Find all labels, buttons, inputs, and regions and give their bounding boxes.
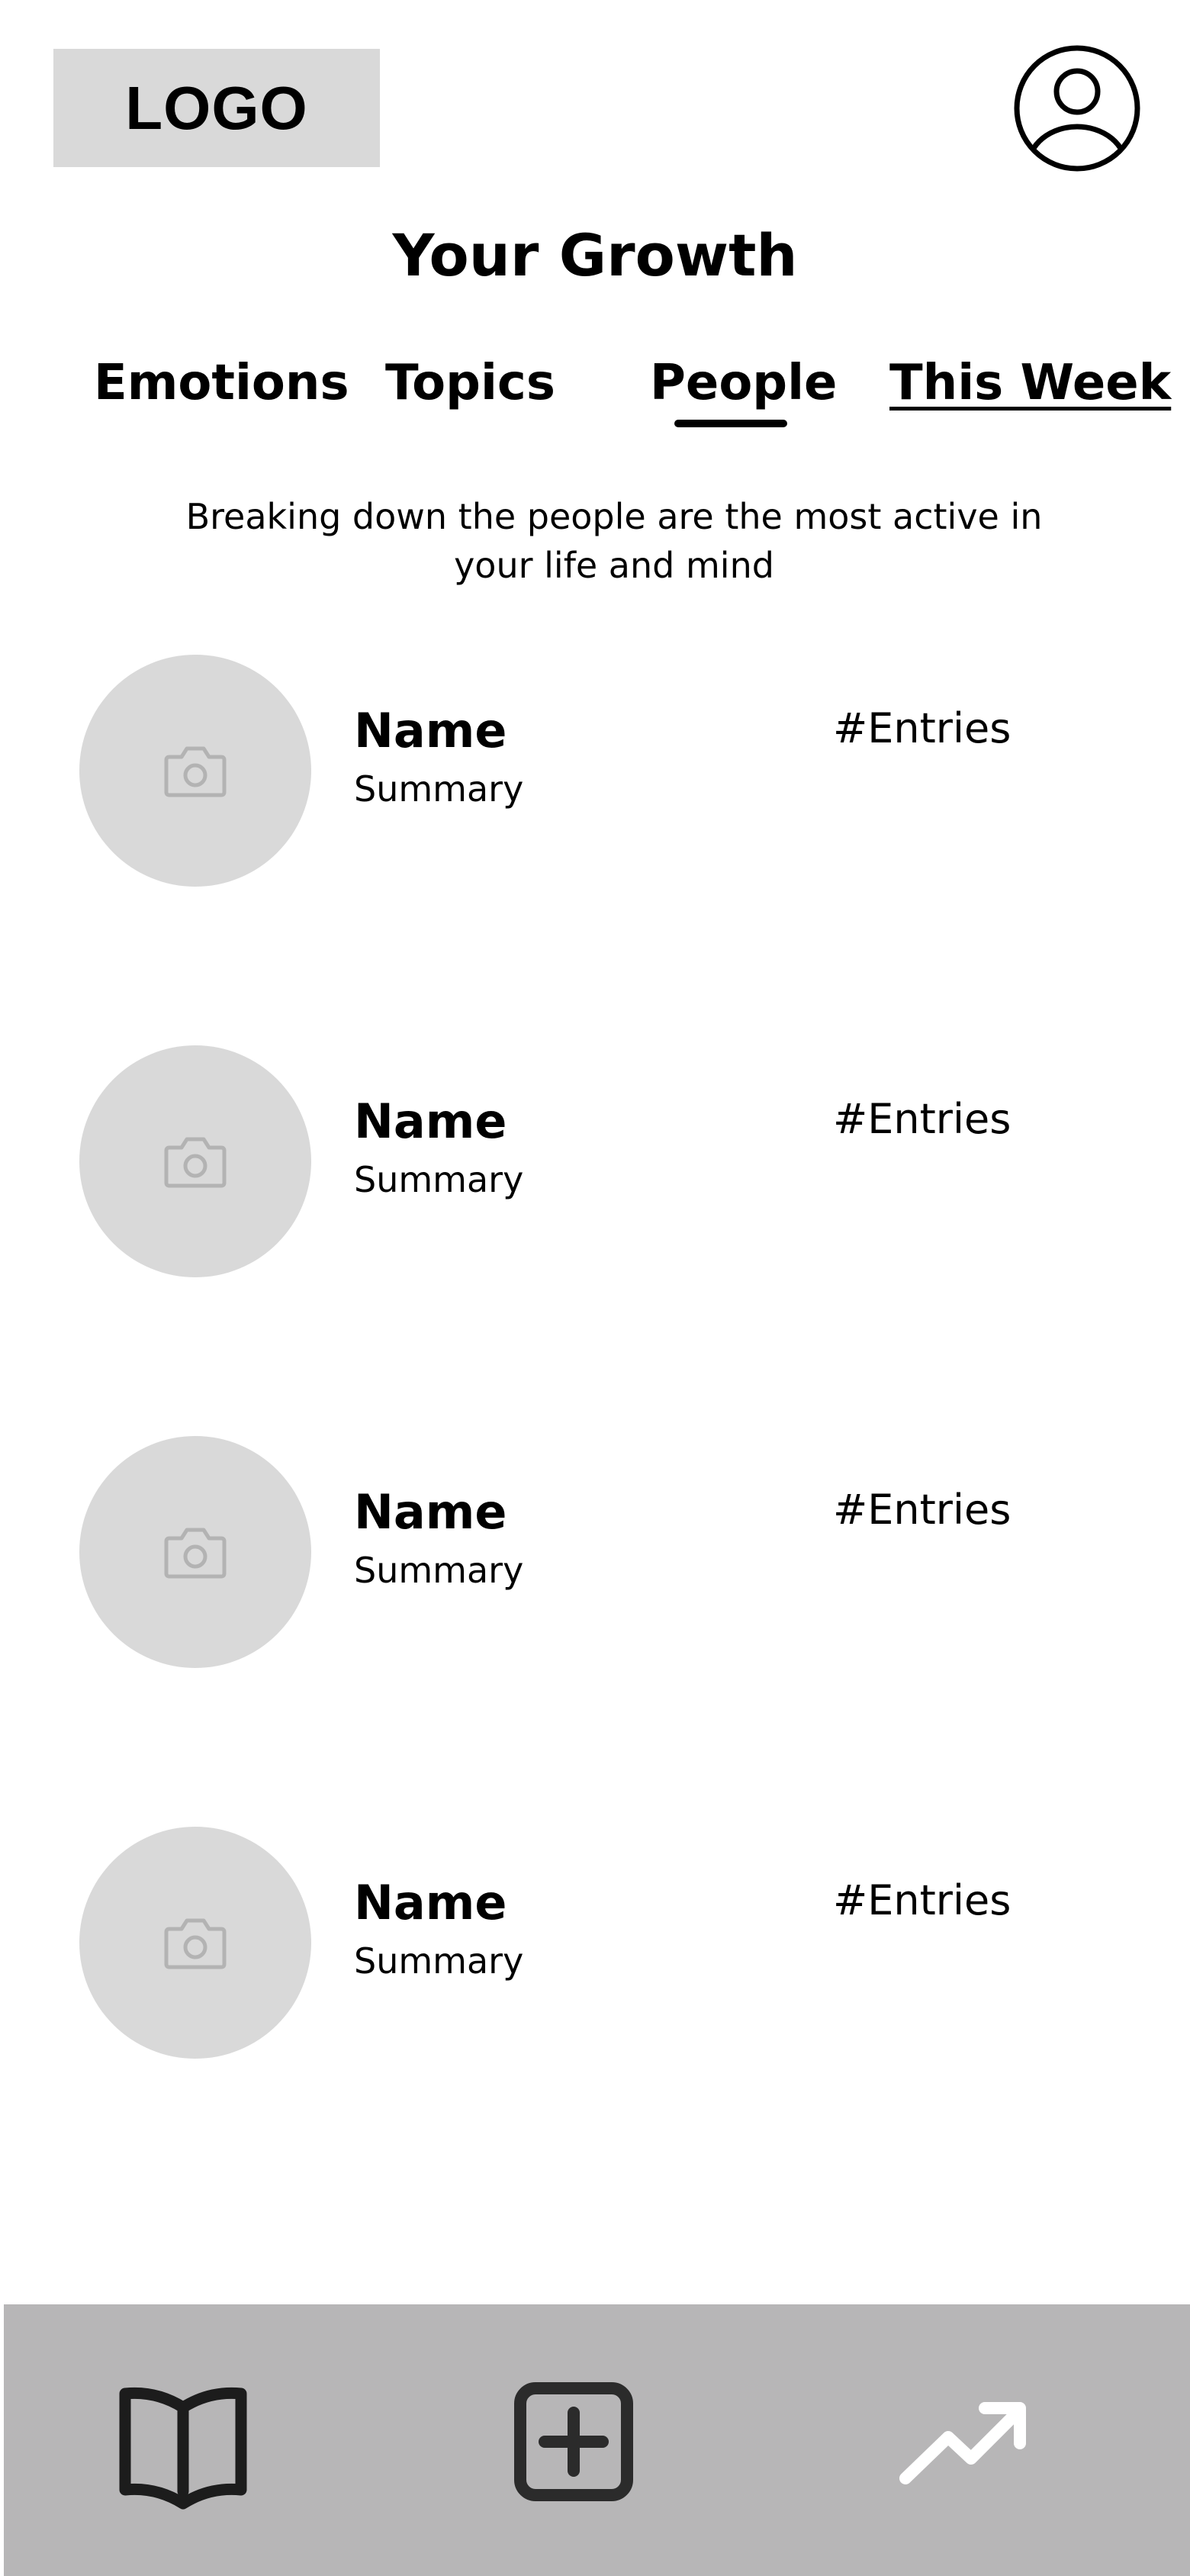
nav-add-entry-button[interactable] (513, 2381, 635, 2503)
logo: LOGO (53, 49, 380, 167)
person-name: Name (354, 703, 507, 758)
open-book-icon (119, 2387, 247, 2510)
person-summary: Summary (354, 1940, 524, 1982)
active-tab-indicator (674, 420, 787, 427)
person-list-item[interactable]: Name Summary #Entries (0, 1827, 1190, 2063)
profile-button[interactable] (1013, 44, 1141, 172)
logo-text: LOGO (125, 73, 308, 142)
trending-up-icon (899, 2402, 1026, 2484)
plus-square-icon (514, 2382, 633, 2501)
camera-icon (164, 1137, 227, 1188)
camera-icon (164, 1918, 227, 1969)
tab-topics[interactable]: Topics (385, 353, 555, 414)
person-name: Name (354, 1484, 507, 1540)
person-entries-count: #Entries (833, 1486, 1011, 1534)
avatar (79, 655, 311, 887)
person-name: Name (354, 1093, 507, 1149)
avatar (79, 1827, 311, 2059)
nav-growth-button[interactable] (895, 2388, 1032, 2495)
bottom-nav (4, 2304, 1190, 2576)
person-list-item[interactable]: Name Summary #Entries (0, 1045, 1190, 1282)
person-summary: Summary (354, 768, 524, 810)
person-summary: Summary (354, 1550, 524, 1591)
tab-this-week[interactable]: This Week (889, 353, 1171, 414)
tab-emotions[interactable]: Emotions (94, 353, 349, 414)
person-summary: Summary (354, 1159, 524, 1200)
person-entries-count: #Entries (833, 1876, 1011, 1924)
tab-people[interactable]: People (650, 353, 837, 414)
camera-icon (164, 1528, 227, 1579)
person-list-item[interactable]: Name Summary #Entries (0, 655, 1190, 891)
page-description: Breaking down the people are the most ac… (185, 496, 1043, 586)
user-circle-icon (1014, 45, 1140, 172)
person-entries-count: #Entries (833, 1095, 1011, 1143)
person-name: Name (354, 1875, 507, 1930)
nav-journal-button[interactable] (114, 2377, 252, 2514)
avatar (79, 1045, 311, 1277)
person-list-item[interactable]: Name Summary #Entries (0, 1436, 1190, 1673)
avatar (79, 1436, 311, 1668)
page-title: Your Growth (392, 221, 798, 289)
person-entries-count: #Entries (833, 704, 1011, 752)
camera-icon (164, 746, 227, 797)
